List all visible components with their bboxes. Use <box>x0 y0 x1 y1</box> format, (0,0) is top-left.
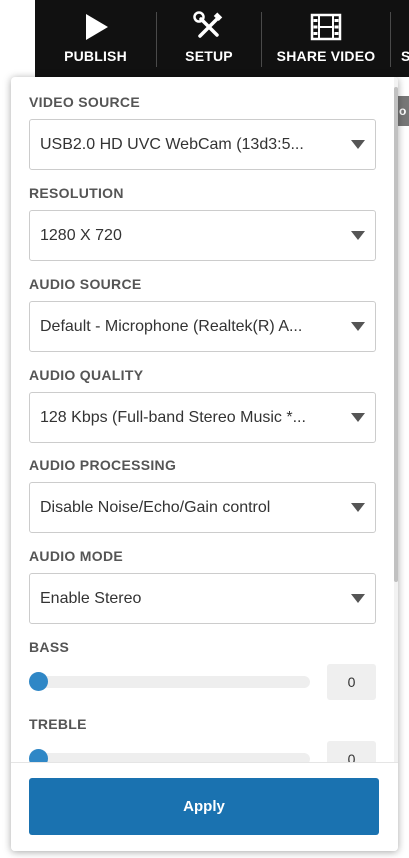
toolbar-share-video-button[interactable]: SHARE VIDEO <box>262 0 390 77</box>
audio-mode-select[interactable]: Enable Stereo <box>29 573 376 624</box>
tools-icon <box>157 11 261 42</box>
resolution-select[interactable]: 1280 X 720 <box>29 210 376 261</box>
video-source-label: VIDEO SOURCE <box>29 94 140 110</box>
audio-source-select[interactable]: Default - Microphone (Realtek(R) A... <box>29 301 376 352</box>
resolution-value: 1280 X 720 <box>40 227 122 244</box>
treble-slider-thumb[interactable] <box>29 749 48 762</box>
panel-scrollbar[interactable] <box>394 77 398 762</box>
apply-button[interactable]: Apply <box>29 778 379 835</box>
play-icon <box>35 12 156 42</box>
audio-source-label: AUDIO SOURCE <box>29 276 142 292</box>
top-toolbar: PUBLISH SETUP SHARE VIDEO S <box>35 0 409 77</box>
audio-quality-value: 128 Kbps (Full-band Stereo Music *... <box>40 409 306 426</box>
chevron-down-icon <box>351 231 365 240</box>
toolbar-partial-label: S <box>401 48 409 64</box>
setup-panel-footer: Apply <box>11 762 398 851</box>
treble-value: 0 <box>327 741 376 762</box>
video-source-select[interactable]: USB2.0 HD UVC WebCam (13d3:5... <box>29 119 376 170</box>
panel-scrollbar-thumb[interactable] <box>394 87 398 582</box>
treble-label: TREBLE <box>29 716 87 732</box>
audio-processing-value: Disable Noise/Echo/Gain control <box>40 499 271 516</box>
bass-slider-thumb[interactable] <box>29 672 48 691</box>
toolbar-setup-label: SETUP <box>185 48 233 64</box>
audio-quality-select[interactable]: 128 Kbps (Full-band Stereo Music *... <box>29 392 376 443</box>
chevron-down-icon <box>351 413 365 422</box>
treble-slider[interactable] <box>29 749 310 762</box>
background-tab-fragment: o <box>397 96 409 126</box>
audio-mode-value: Enable Stereo <box>40 590 142 607</box>
toolbar-setup-button[interactable]: SETUP <box>157 0 261 77</box>
toolbar-publish-button[interactable]: PUBLISH <box>35 0 156 77</box>
chevron-down-icon <box>351 322 365 331</box>
app-root: PUBLISH SETUP SHARE VIDEO S o VIDEO SOUR… <box>0 0 409 858</box>
toolbar-partial-button[interactable]: S <box>391 0 409 77</box>
setup-panel: VIDEO SOURCE USB2.0 HD UVC WebCam (13d3:… <box>11 77 398 851</box>
chevron-down-icon <box>351 594 365 603</box>
toolbar-publish-label: PUBLISH <box>64 48 127 64</box>
bass-label: BASS <box>29 639 70 655</box>
chevron-down-icon <box>351 503 365 512</box>
setup-panel-scroll-area[interactable]: VIDEO SOURCE USB2.0 HD UVC WebCam (13d3:… <box>11 77 398 762</box>
resolution-label: RESOLUTION <box>29 185 124 201</box>
audio-processing-select[interactable]: Disable Noise/Echo/Gain control <box>29 482 376 533</box>
audio-processing-label: AUDIO PROCESSING <box>29 457 177 473</box>
bass-slider[interactable] <box>29 672 310 691</box>
audio-mode-label: AUDIO MODE <box>29 548 123 564</box>
audio-quality-label: AUDIO QUALITY <box>29 367 144 383</box>
video-source-value: USB2.0 HD UVC WebCam (13d3:5... <box>40 136 304 153</box>
film-icon <box>262 12 390 42</box>
bass-value: 0 <box>327 664 376 700</box>
toolbar-share-video-label: SHARE VIDEO <box>276 48 376 64</box>
chevron-down-icon <box>351 140 365 149</box>
audio-source-value: Default - Microphone (Realtek(R) A... <box>40 318 303 335</box>
